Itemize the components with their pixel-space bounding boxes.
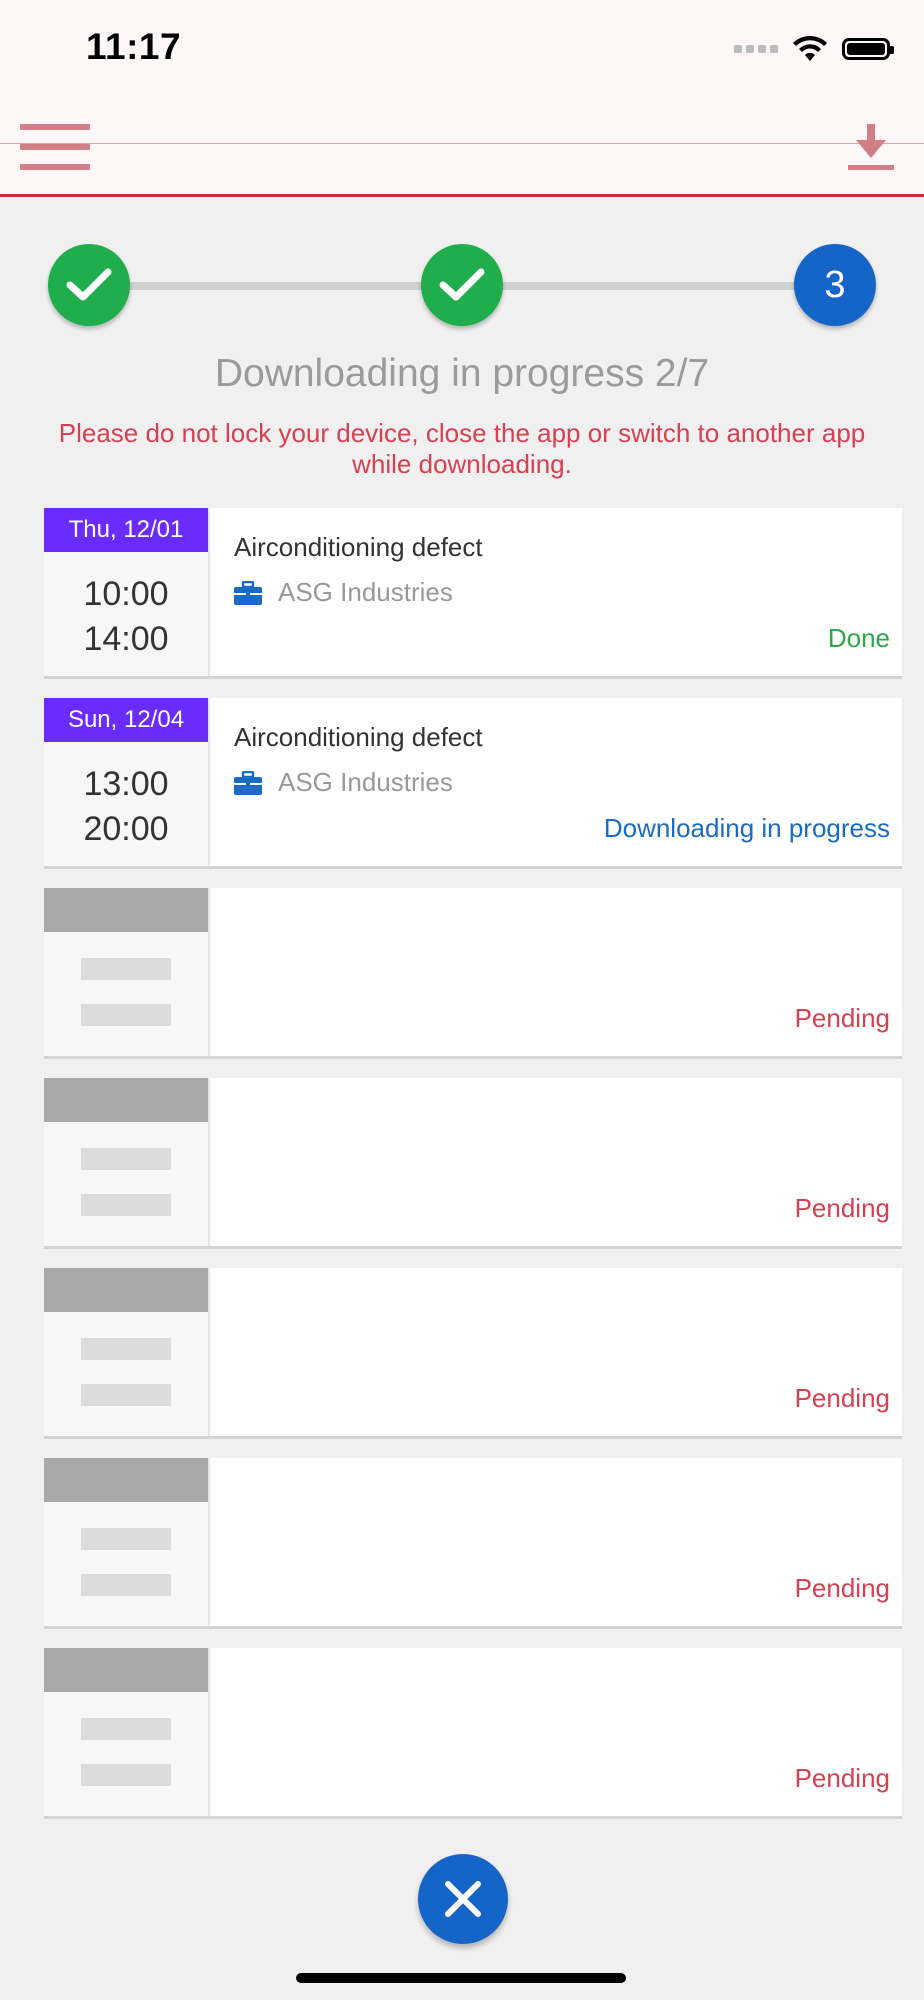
time-placeholder [81, 1384, 171, 1406]
time-range: 13:00 20:00 [44, 762, 208, 852]
check-icon [66, 268, 112, 301]
date-header: Thu, 12/01 [44, 508, 208, 552]
wifi-icon [793, 35, 827, 61]
date-column-placeholder [44, 1078, 210, 1246]
date-header-placeholder [44, 1268, 208, 1312]
date-header-placeholder [44, 1458, 208, 1502]
end-time: 14:00 [83, 620, 169, 658]
company-row: ASG Industries [234, 577, 483, 608]
appointment-card-placeholder: Pending [44, 1458, 902, 1626]
step-2-done [421, 244, 503, 326]
menu-icon[interactable] [20, 122, 90, 172]
check-icon [439, 268, 485, 301]
nav-divider [0, 143, 924, 144]
time-placeholder [81, 1194, 171, 1216]
appointment-card-placeholder: Pending [44, 1078, 902, 1246]
company-name: ASG Industries [278, 577, 453, 607]
appointment-card-placeholder: Pending [44, 1268, 902, 1436]
appointment-card[interactable]: Sun, 12/04 13:00 20:00 Airconditioning d… [44, 698, 902, 866]
status-label: Pending [794, 1003, 890, 1033]
signal-icon [734, 45, 778, 53]
status-label: Done [827, 623, 890, 653]
time-placeholder [81, 1764, 171, 1786]
appointment-list: Thu, 12/01 10:00 14:00 Airconditioning d… [44, 508, 902, 1838]
date-column-placeholder [44, 1268, 210, 1436]
start-time: 13:00 [83, 765, 169, 803]
date-header-placeholder [44, 1078, 208, 1122]
step-1-done [48, 244, 130, 326]
time-placeholder [81, 1718, 171, 1740]
time-placeholder [81, 1574, 171, 1596]
appointment-subject: Airconditioning defect [234, 532, 483, 562]
briefcase-icon [234, 770, 262, 795]
status-label: Downloading in progress [603, 813, 890, 843]
start-time: 10:00 [83, 575, 169, 613]
date-column-placeholder [44, 1458, 210, 1626]
cancel-download-button[interactable] [418, 1854, 508, 1944]
status-time: 11:17 [86, 26, 182, 67]
step-3-current: 3 [794, 244, 876, 326]
status-label: Pending [794, 1573, 890, 1603]
battery-icon [842, 38, 894, 60]
appointment-info: Airconditioning defect ASG Industries [234, 532, 483, 608]
status-icons [734, 34, 894, 64]
close-icon [445, 1881, 481, 1917]
appointment-card-placeholder: Pending [44, 1648, 902, 1816]
download-icon[interactable] [848, 122, 894, 172]
appointment-card[interactable]: Thu, 12/01 10:00 14:00 Airconditioning d… [44, 508, 902, 676]
appointment-card-placeholder: Pending [44, 888, 902, 1056]
date-column-placeholder [44, 1648, 210, 1816]
date-column-placeholder [44, 888, 210, 1056]
company-name: ASG Industries [278, 767, 453, 797]
status-label: Pending [794, 1383, 890, 1413]
time-placeholder [81, 1148, 171, 1170]
appointment-info: Airconditioning defect ASG Industries [234, 722, 483, 798]
date-column: Sun, 12/04 13:00 20:00 [44, 698, 210, 866]
progress-stepper: 3 [48, 244, 876, 328]
status-label: Pending [794, 1193, 890, 1223]
appointment-subject: Airconditioning defect [234, 722, 483, 752]
warning-message: Please do not lock your device, close th… [58, 418, 866, 479]
end-time: 20:00 [83, 810, 169, 848]
home-indicator [296, 1973, 626, 1983]
date-header: Sun, 12/04 [44, 698, 208, 742]
nav-bar [0, 100, 924, 197]
status-bar: 11:17 [0, 0, 924, 100]
time-placeholder [81, 958, 171, 980]
date-header-placeholder [44, 888, 208, 932]
time-placeholder [81, 1528, 171, 1550]
date-column: Thu, 12/01 10:00 14:00 [44, 508, 210, 676]
time-placeholder [81, 1338, 171, 1360]
status-label: Pending [794, 1763, 890, 1793]
date-header-placeholder [44, 1648, 208, 1692]
time-placeholder [81, 1004, 171, 1026]
time-range: 10:00 14:00 [44, 572, 208, 662]
page-title: Downloading in progress 2/7 [214, 352, 710, 395]
briefcase-icon [234, 580, 262, 605]
company-row: ASG Industries [234, 767, 483, 798]
